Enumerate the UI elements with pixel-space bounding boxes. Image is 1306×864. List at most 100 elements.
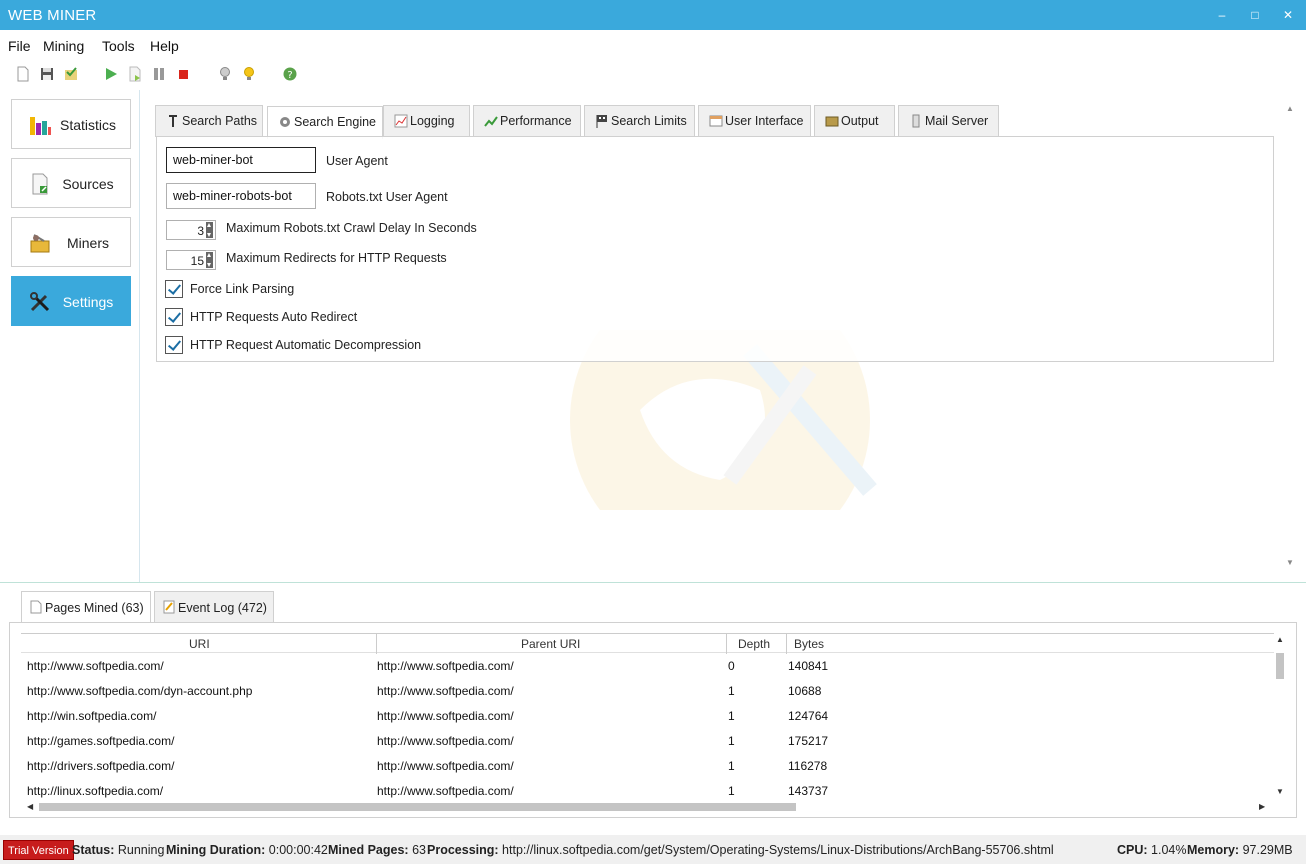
crawl-delay-stepper[interactable]: 3 [166,220,216,240]
processing-value: http://linux.softpedia.com/get/System/Op… [502,843,1054,857]
cell-parent-uri: http://www.softpedia.com/ [377,659,514,673]
new-icon[interactable] [15,66,31,82]
cell-depth: 0 [728,659,735,673]
save-icon[interactable] [39,66,55,82]
column-header-depth[interactable]: Depth [738,637,770,651]
help-icon[interactable]: ? [282,66,298,82]
stop-icon[interactable] [175,66,191,82]
grid-vertical-scrollbar[interactable]: ▲ ▼ [1274,635,1286,799]
menu-bar: File Mining Tools Help [0,30,1306,60]
log-chart-icon [394,114,408,128]
tab-search-paths[interactable]: Search Paths [155,105,263,137]
user-agent-input[interactable] [166,147,316,173]
scroll-thumb[interactable] [1276,653,1284,679]
tab-mail-server[interactable]: Mail Server [898,105,999,137]
nav-statistics[interactable]: Statistics [11,99,131,149]
status-running: Status: Running [72,843,164,857]
scroll-up-icon[interactable]: ▲ [1286,104,1294,113]
pause-icon[interactable] [151,66,167,82]
tab-pages-mined[interactable]: Pages Mined (63) [21,591,151,624]
scroll-down-icon[interactable]: ▼ [1286,558,1294,567]
tab-event-log[interactable]: Event Log (472) [154,591,274,623]
spin-arrows-icon[interactable] [206,252,213,268]
cell-bytes: 10688 [788,684,822,698]
tab-output-label: Output [841,114,879,128]
maximize-button[interactable]: □ [1243,6,1267,24]
menu-file[interactable]: File [8,38,31,54]
tab-user-interface[interactable]: User Interface [698,105,811,137]
crawl-delay-label: Maximum Robots.txt Crawl Delay In Second… [226,221,477,235]
scroll-left-icon[interactable]: ◀ [27,802,33,811]
menu-tools[interactable]: Tools [102,38,135,54]
tab-search-engine[interactable]: Search Engine [267,106,383,139]
auto-redirect-checkbox[interactable] [165,308,183,326]
nav-settings-label: Settings [62,294,114,310]
column-separator[interactable] [376,634,377,654]
step-icon[interactable] [127,66,143,82]
table-row[interactable]: http://www.softpedia.com/dyn-account.php… [21,680,1274,705]
nav-sources[interactable]: Sources [11,158,131,208]
column-separator[interactable] [786,634,787,654]
cell-depth: 1 [728,684,735,698]
output-icon [825,116,839,127]
spin-arrows-icon[interactable] [206,222,213,238]
memory-label: Memory: [1187,843,1240,857]
cell-uri: http://www.softpedia.com/ [27,659,164,673]
force-link-parsing-label: Force Link Parsing [190,282,295,296]
table-row[interactable]: http://www.softpedia.com/http://www.soft… [21,655,1274,680]
robots-agent-input[interactable] [166,183,316,209]
performance-icon [484,116,498,127]
cell-depth: 1 [728,734,735,748]
cell-bytes: 124764 [788,709,829,723]
max-redirects-stepper[interactable]: 15 [166,250,216,270]
table-row[interactable]: http://win.softpedia.com/http://www.soft… [21,705,1274,730]
status-mined-pages: Mined Pages: 63 [328,843,426,857]
search-engine-panel: User Agent Robots.txt User Agent 3 Maxim… [156,136,1274,362]
force-link-parsing-checkbox[interactable] [165,280,183,298]
column-header-uri[interactable]: URI [189,637,210,651]
menu-help[interactable]: Help [150,38,179,54]
crawl-delay-value: 3 [197,224,204,238]
minimize-button[interactable]: – [1210,6,1234,24]
scroll-right-icon[interactable]: ▶ [1259,802,1265,811]
splitter[interactable] [0,582,1306,583]
auto-redirect-label: HTTP Requests Auto Redirect [190,310,358,324]
tab-search-limits[interactable]: Search Limits [584,105,695,137]
column-separator[interactable] [726,634,727,654]
status-cpu: CPU: 1.04% [1117,843,1187,857]
nav-miners[interactable]: Miners [11,217,131,267]
cell-parent-uri: http://www.softpedia.com/ [377,709,514,723]
play-icon[interactable] [103,66,119,82]
scroll-up-icon[interactable]: ▲ [1276,635,1284,644]
bulb-on-icon[interactable] [241,66,257,82]
tab-performance[interactable]: Performance [473,105,581,137]
cell-uri: http://drivers.softpedia.com/ [27,759,175,773]
column-header-bytes[interactable]: Bytes [794,637,824,651]
tab-logging[interactable]: Logging [383,105,470,137]
page-icon [30,600,42,614]
status-bar: Trial Version Status: Running Mining Dur… [0,835,1306,864]
duration-label: Mining Duration: [166,843,266,857]
table-row[interactable]: http://drivers.softpedia.com/http://www.… [21,755,1274,780]
svg-text:?: ? [287,70,292,81]
auto-decompress-checkbox[interactable] [165,336,183,354]
max-redirects-value: 15 [190,254,204,268]
menu-mining[interactable]: Mining [43,38,84,54]
cell-uri: http://games.softpedia.com/ [27,734,175,748]
check-icon[interactable] [63,66,79,82]
column-header-parent-uri[interactable]: Parent URI [521,637,580,651]
table-row[interactable]: http://games.softpedia.com/http://www.so… [21,730,1274,755]
tab-user-interface-label: User Interface [725,114,804,128]
scroll-down-icon[interactable]: ▼ [1276,787,1284,796]
bulb-off-icon[interactable] [217,66,233,82]
grid-horizontal-scrollbar[interactable]: ◀ ▶ [21,801,1276,813]
close-button[interactable]: ✕ [1276,6,1300,24]
tab-output[interactable]: Output [814,105,895,137]
nav-settings[interactable]: Settings [11,276,131,326]
left-nav: Statistics Sources Miners Settings [0,90,140,582]
scroll-thumb[interactable] [39,803,796,811]
cell-depth: 1 [728,709,735,723]
cell-parent-uri: http://www.softpedia.com/ [377,734,514,748]
cell-bytes: 175217 [788,734,829,748]
cell-parent-uri: http://www.softpedia.com/ [377,759,514,773]
